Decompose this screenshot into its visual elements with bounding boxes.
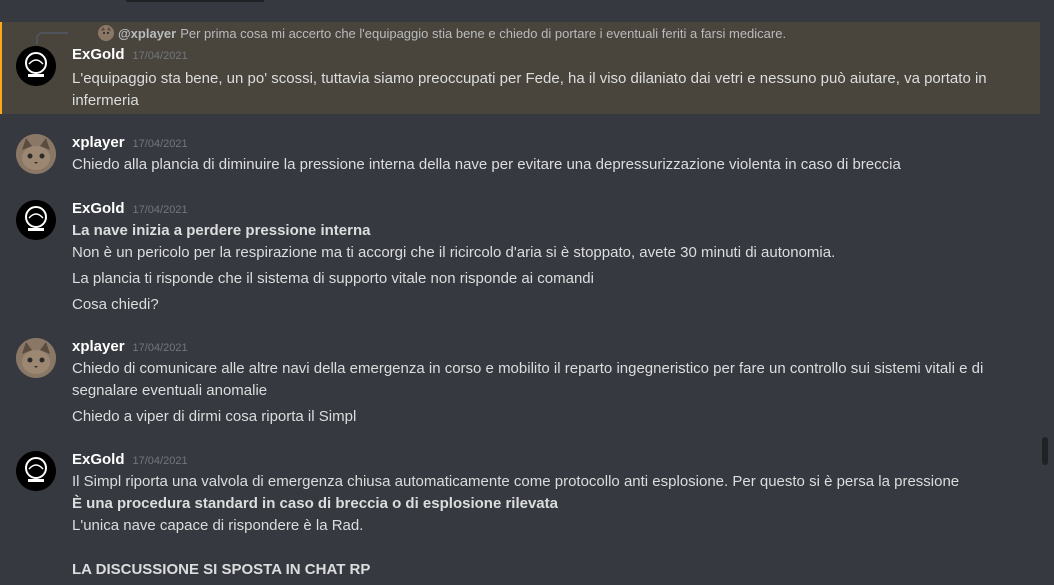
message-text: Chiedo a viper di dirmi cosa riporta il … (72, 408, 357, 425)
message-text: L'unica nave capace di rispondere è la R… (72, 517, 364, 534)
avatar[interactable] (16, 46, 56, 86)
avatar[interactable] (16, 134, 56, 174)
reply-preview[interactable]: @xplayer Per prima cosa mi accerto che l'… (98, 25, 786, 43)
chat-messages: @xplayer Per prima cosa mi accerto che l'… (0, 0, 1040, 585)
message-text: Chiedo alla plancia di diminuire la pres… (72, 156, 901, 173)
message-text: Non è un pericolo per la respirazione ma… (72, 244, 836, 261)
message-text: segnalare eventuali anomalie (72, 382, 268, 399)
message[interactable]: ExGold 17/04/2021 Il Simpl riporta una va… (0, 449, 1038, 585)
message-header: ExGold 17/04/2021 (72, 46, 188, 68)
cat-avatar-icon (16, 134, 56, 174)
message-text: Chiedo di comunicare alle altre navi del… (72, 360, 984, 377)
scrollbar-thumb[interactable] (1042, 437, 1048, 465)
timestamp[interactable]: 17/04/2021 (133, 138, 188, 150)
message[interactable]: xplayer 17/04/2021 Chiedo di comunicare a… (0, 336, 1038, 434)
message-text: Cosa chiedi? (72, 296, 159, 313)
author-name[interactable]: ExGold (72, 451, 125, 468)
message[interactable]: ExGold 17/04/2021 La nave inizia a perder… (0, 198, 1038, 318)
message-text: L'equipaggio sta bene, un po' scossi, tu… (72, 70, 987, 87)
author-name[interactable]: xplayer (72, 338, 125, 355)
message[interactable]: xplayer 17/04/2021 Chiedo alla plancia di… (0, 132, 1038, 182)
message-header: xplayer 17/04/2021 (72, 338, 188, 360)
message-header: ExGold 17/04/2021 (72, 200, 188, 222)
message-text: La plancia ti risponde che il sistema di… (72, 270, 594, 287)
avatar[interactable] (16, 338, 56, 378)
author-name[interactable]: xplayer (72, 134, 125, 151)
cat-avatar-icon (16, 338, 56, 378)
reply-spine (36, 32, 68, 44)
message-bold-text: È una procedura standard in caso di brec… (72, 495, 558, 512)
scrollbar[interactable] (1038, 0, 1054, 585)
message-text: Il Simpl riporta una valvola di emergenz… (72, 473, 960, 490)
author-name[interactable]: ExGold (72, 200, 125, 217)
reply-text: Per prima cosa mi accerto che l'equipagg… (180, 26, 787, 41)
avatar[interactable] (16, 200, 56, 240)
astronaut-helmet-avatar-icon (16, 451, 56, 491)
message-bold-text: La nave inizia a perdere pressione inter… (72, 222, 371, 239)
astronaut-helmet-avatar-icon (16, 200, 56, 240)
avatar[interactable] (16, 451, 56, 491)
message-bold-text: LA DISCUSSIONE SI SPOSTA IN CHAT RP (72, 561, 371, 578)
message-mention-highlight[interactable]: @xplayer Per prima cosa mi accerto che l'… (0, 22, 1040, 114)
cat-avatar-icon (98, 25, 114, 41)
message-header: xplayer 17/04/2021 (72, 134, 188, 156)
timestamp[interactable]: 17/04/2021 (133, 50, 188, 62)
astronaut-helmet-avatar-icon (16, 46, 56, 86)
message-text: infermeria (72, 92, 139, 109)
timestamp[interactable]: 17/04/2021 (133, 204, 188, 216)
timestamp[interactable]: 17/04/2021 (133, 455, 188, 467)
message-header: ExGold 17/04/2021 (72, 451, 188, 473)
author-name[interactable]: ExGold (72, 46, 125, 63)
reply-author[interactable]: @xplayer (118, 26, 176, 41)
timestamp[interactable]: 17/04/2021 (133, 342, 188, 354)
